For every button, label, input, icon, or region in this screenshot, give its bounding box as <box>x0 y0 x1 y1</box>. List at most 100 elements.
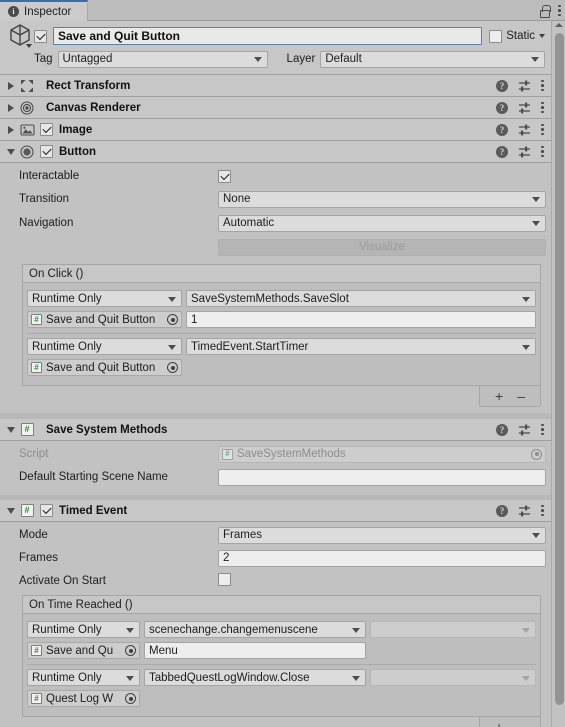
component-header-canvas-renderer[interactable]: Canvas Renderer ? <box>0 97 551 119</box>
activate-on-start-checkbox[interactable] <box>218 573 231 586</box>
default-scene-input[interactable] <box>218 468 546 486</box>
static-dropdown-caret-icon[interactable] <box>539 34 545 38</box>
add-event-button[interactable]: + <box>495 720 503 727</box>
tag-dropdown[interactable]: Untagged <box>57 50 268 68</box>
tab-inspector[interactable]: i Inspector <box>0 0 89 21</box>
static-checkbox[interactable] <box>489 29 503 43</box>
component-header-timed-event[interactable]: # Timed Event ? <box>0 500 551 522</box>
preset-icon[interactable] <box>518 146 531 158</box>
chevron-down-icon <box>168 344 176 350</box>
layer-label: Layer <box>286 53 316 65</box>
component-header-rect-transform[interactable]: Rect Transform ? <box>0 75 551 97</box>
callstate-dropdown[interactable]: Runtime Only <box>27 669 140 686</box>
target-object-field[interactable]: # Quest Log W <box>27 690 140 707</box>
on-click-title-label: On Click () <box>29 267 84 280</box>
on-time-reached-event-list: On Time Reached () Runtime Only scenecha… <box>22 595 541 727</box>
preset-icon[interactable] <box>518 124 531 136</box>
layer-dropdown[interactable]: Default <box>320 50 545 68</box>
method-dropdown[interactable]: TimedEvent.StartTimer <box>186 338 536 355</box>
chevron-down-icon <box>352 675 360 681</box>
preset-icon[interactable] <box>518 424 531 436</box>
preset-icon[interactable] <box>518 505 531 517</box>
callstate-dropdown[interactable]: Runtime Only <box>27 290 182 307</box>
event-entry-bottom-row: # Save and Quit Button 1 <box>27 310 536 329</box>
extra-dropdown-disabled <box>370 621 536 638</box>
gameobject-name-value: Save and Quit Button <box>58 29 181 43</box>
navigation-dropdown[interactable]: Automatic <box>218 214 546 232</box>
callstate-dropdown[interactable]: Runtime Only <box>27 621 140 638</box>
kebab-menu-icon[interactable] <box>541 79 544 92</box>
target-object-field[interactable]: # Save and Quit Button <box>27 311 182 328</box>
scrollbar-thumb[interactable] <box>554 33 564 705</box>
vertical-scrollbar[interactable] <box>551 21 565 727</box>
event-entry-top-row: Runtime Only TimedEvent.StartTimer <box>27 337 536 356</box>
preset-icon[interactable] <box>518 102 531 114</box>
cube-dropdown-caret-icon[interactable] <box>26 44 32 48</box>
foldout-save-system-methods[interactable] <box>4 426 18 433</box>
object-picker-icon[interactable] <box>125 693 136 704</box>
foldout-button[interactable] <box>4 148 18 155</box>
argument-input[interactable]: 1 <box>186 311 536 328</box>
preset-icon[interactable] <box>518 80 531 92</box>
event-list-buttons: + – <box>479 717 541 727</box>
event-entry-top-row: Runtime Only TabbedQuestLogWindow.Close <box>27 668 536 687</box>
kebab-menu-icon[interactable] <box>541 123 544 136</box>
argument-input[interactable]: Menu <box>144 642 366 659</box>
on-time-reached-footer: + – <box>22 717 541 727</box>
tab-inspector-label: Inspector <box>24 5 72 18</box>
help-icon[interactable]: ? <box>496 101 508 114</box>
component-header-button[interactable]: Button ? <box>0 141 551 163</box>
help-icon[interactable]: ? <box>496 123 508 136</box>
kebab-menu-icon[interactable] <box>541 423 544 436</box>
foldout-rect-transform[interactable] <box>4 81 18 90</box>
callstate-dropdown[interactable]: Runtime Only <box>27 338 182 355</box>
object-picker-icon[interactable] <box>125 645 136 656</box>
remove-event-button[interactable]: – <box>517 720 525 727</box>
foldout-image[interactable] <box>4 125 18 134</box>
help-icon[interactable]: ? <box>496 504 508 517</box>
object-picker-icon[interactable] <box>167 314 178 325</box>
frames-input[interactable]: 2 <box>218 549 546 567</box>
add-event-button[interactable]: + <box>495 389 503 403</box>
kebab-menu-icon[interactable] <box>541 145 544 158</box>
row-visualize: Visualize <box>5 237 546 257</box>
foldout-timed-event[interactable] <box>4 507 18 514</box>
kebab-menu-icon[interactable] <box>541 101 544 114</box>
event-entry-top-row: Runtime Only scenechange.changemenuscene <box>27 620 536 639</box>
help-icon[interactable]: ? <box>496 145 508 158</box>
kebab-menu-icon[interactable] <box>558 4 561 17</box>
mode-dropdown[interactable]: Frames <box>218 526 546 544</box>
kebab-menu-icon[interactable] <box>541 504 544 517</box>
interactable-checkbox[interactable] <box>218 170 231 183</box>
component-actions: ? <box>496 123 544 136</box>
method-dropdown[interactable]: TabbedQuestLogWindow.Close <box>144 669 366 686</box>
help-icon[interactable]: ? <box>496 423 508 436</box>
method-value: SaveSystemMethods.SaveSlot <box>191 292 349 305</box>
target-object-field[interactable]: # Save and Quit Button <box>27 359 182 376</box>
scroll-up-arrow-icon[interactable] <box>555 23 563 27</box>
gameobject-tag-layer-row: Tag Untagged Layer Default <box>6 50 545 68</box>
transition-dropdown[interactable]: None <box>218 190 546 208</box>
method-dropdown[interactable]: SaveSystemMethods.SaveSlot <box>186 290 536 307</box>
gameobject-active-checkbox[interactable] <box>34 29 47 43</box>
visualize-button[interactable]: Visualize <box>218 238 546 256</box>
component-header-image[interactable]: Image ? <box>0 119 551 141</box>
component-enabled-checkbox-button[interactable] <box>40 145 53 158</box>
image-icon <box>18 123 36 137</box>
cube-icon[interactable] <box>6 23 34 49</box>
component-enabled-checkbox-timed-event[interactable] <box>40 504 53 517</box>
lock-icon[interactable] <box>539 4 551 18</box>
row-script: Script # SaveSystemMethods <box>5 444 546 464</box>
foldout-canvas-renderer[interactable] <box>4 103 18 112</box>
chevron-down-icon <box>352 627 360 633</box>
help-icon[interactable]: ? <box>496 79 508 92</box>
object-picker-icon[interactable] <box>167 362 178 373</box>
event-entry: Runtime Only scenechange.changemenuscene <box>27 617 536 665</box>
gameobject-name-input[interactable]: Save and Quit Button <box>53 27 483 45</box>
method-dropdown[interactable]: scenechange.changemenuscene <box>144 621 366 638</box>
remove-event-button[interactable]: – <box>517 389 525 403</box>
target-object-field[interactable]: # Save and Qu <box>27 642 140 659</box>
component-enabled-checkbox-image[interactable] <box>40 123 53 136</box>
row-activate-on-start: Activate On Start <box>5 571 546 591</box>
component-header-save-system-methods[interactable]: # Save System Methods ? <box>0 419 551 441</box>
